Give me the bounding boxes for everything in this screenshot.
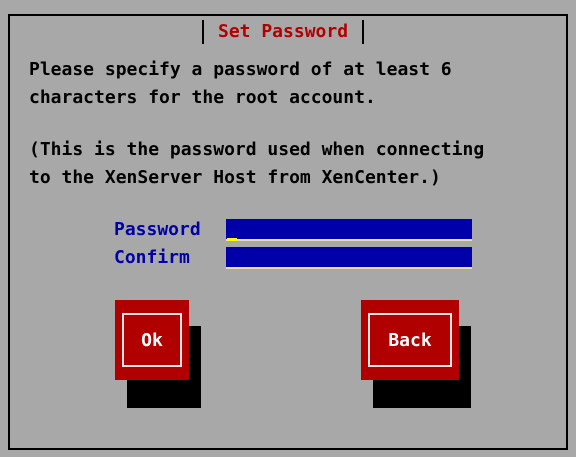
dialog-title-box: Set Password — [202, 19, 365, 45]
dialog-title: Set Password — [218, 21, 349, 42]
password-field[interactable] — [226, 219, 472, 241]
password-label: Password — [114, 219, 201, 240]
confirm-label: Confirm — [114, 247, 190, 268]
ok-button[interactable]: Ok — [115, 300, 189, 380]
ok-button-label: Ok — [122, 313, 182, 367]
title-right-bracket — [362, 20, 365, 44]
instruction-line-1: Please specify a password of at least 6 — [29, 59, 452, 80]
back-button-label: Back — [368, 313, 452, 367]
note-line-1: (This is the password used when connecti… — [29, 139, 485, 160]
text-cursor — [227, 238, 237, 241]
instruction-line-2: characters for the root account. — [29, 87, 376, 108]
confirm-field[interactable] — [226, 247, 472, 269]
password-field-underline — [226, 239, 472, 241]
confirm-field-underline — [226, 267, 472, 269]
back-button[interactable]: Back — [361, 300, 459, 380]
note-line-2: to the XenServer Host from XenCenter.) — [29, 167, 441, 188]
